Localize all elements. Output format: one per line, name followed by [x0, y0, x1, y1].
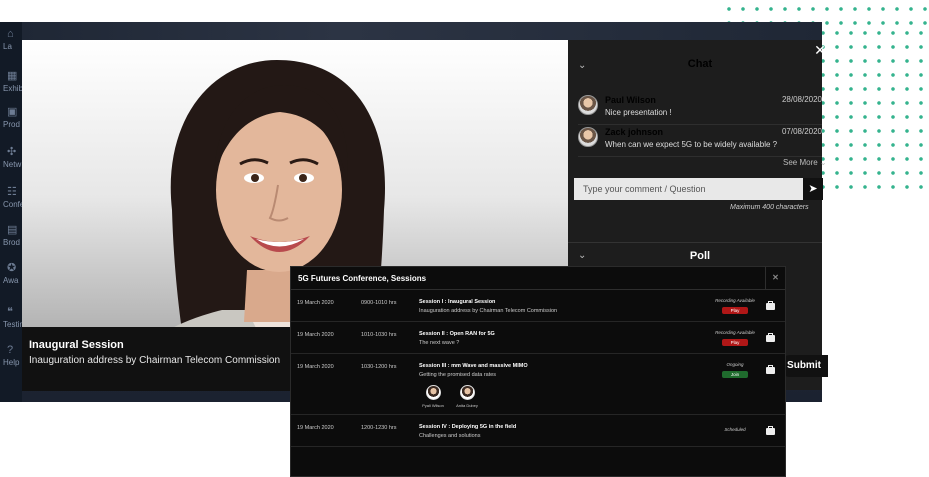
nav-item-label: Awa	[3, 276, 19, 285]
chat-message-author: Zack johnson	[605, 127, 664, 137]
avatar	[578, 127, 598, 147]
video-caption: Inaugural Session Inauguration address b…	[22, 327, 322, 391]
network-icon: ✣	[7, 146, 17, 158]
chevron-down-icon: ⌄	[819, 158, 827, 167]
character-limit-note: Maximum 400 characters	[730, 204, 809, 211]
briefcase-icon[interactable]	[766, 333, 775, 342]
session-description: Getting the promised data rates	[419, 372, 497, 378]
session-status: Ongoing	[726, 362, 744, 367]
session-description: The next wave ?	[419, 340, 460, 346]
sessions-title: 5G Futures Conference, Sessions	[298, 274, 427, 283]
join-button[interactable]: Join	[722, 371, 748, 378]
awards-icon: ✪	[7, 262, 17, 274]
speaker-card[interactable]: Pyali Wilson	[421, 385, 445, 408]
sessions-panel: 5G Futures Conference, Sessions ✕ 19 Mar…	[290, 266, 786, 477]
session-status: Recording Available	[715, 298, 755, 303]
speaker-name: Anita Dubey	[456, 403, 478, 408]
session-status: Recording Available	[715, 330, 755, 335]
session-date: 19 March 2020	[297, 364, 334, 370]
table-row: 19 March 2020 1200-1230 hrs Session IV :…	[291, 415, 785, 447]
briefcase-icon[interactable]	[766, 426, 775, 435]
comment-input[interactable]	[574, 178, 803, 200]
chat-message: Zack johnson When can we expect 5G to be…	[578, 127, 822, 157]
chevron-down-icon[interactable]: ⌄	[578, 250, 590, 262]
avatar	[459, 385, 475, 400]
lobby-icon: ⌂	[7, 28, 14, 40]
close-icon[interactable]: ✕	[765, 267, 785, 289]
session-time: 0900-1010 hrs	[361, 300, 397, 306]
submit-button[interactable]: Submit	[780, 355, 828, 377]
conference-icon: ☷	[7, 186, 17, 198]
speaker-name: Pyali Wilson	[422, 403, 444, 408]
broadcast-icon: ▤	[7, 224, 18, 236]
divider	[568, 242, 822, 243]
see-more-label: See More	[783, 158, 818, 167]
close-icon[interactable]: ✕	[812, 42, 828, 58]
chat-message: Paul Wilson Nice presentation ! 28/08/20…	[578, 95, 822, 125]
chat-message-date: 07/08/2020	[781, 127, 822, 136]
play-button[interactable]: Play	[722, 339, 748, 346]
avatar	[425, 385, 441, 400]
sessions-header: 5G Futures Conference, Sessions ✕	[291, 267, 785, 290]
session-date: 19 March 2020	[297, 425, 334, 431]
nav-item-label: La	[3, 42, 12, 51]
send-icon[interactable]: ➤	[803, 178, 823, 200]
speaker-card[interactable]: Anita Dubey	[455, 385, 479, 408]
testimonials-icon: ❝	[7, 306, 13, 318]
play-button[interactable]: Play	[722, 307, 748, 314]
nav-item-label: Help	[3, 358, 20, 367]
table-row: 19 March 2020 1030-1200 hrs Session III …	[291, 354, 785, 415]
products-icon: ▣	[7, 106, 18, 118]
session-title: Session IV : Deploying 5G in the field	[419, 424, 517, 430]
top-banner-strip	[22, 22, 822, 40]
briefcase-icon[interactable]	[766, 365, 775, 374]
session-status: Scheduled	[724, 427, 746, 432]
nav-item-label: Exhib	[3, 84, 24, 93]
session-time: 1030-1200 hrs	[361, 364, 397, 370]
nav-item-label: Prod	[3, 120, 20, 129]
briefcase-icon[interactable]	[766, 301, 775, 310]
chat-message-date: 28/08/2020	[781, 95, 822, 104]
video-subtitle: Inauguration address by Chairman Telecom…	[29, 355, 281, 366]
session-title: Session I : Inaugural Session	[419, 299, 496, 305]
session-time: 1200-1230 hrs	[361, 425, 397, 431]
chat-message-text: Nice presentation !	[605, 108, 672, 117]
decorative-dots-right	[822, 22, 929, 192]
session-description: Challenges and solutions	[419, 433, 481, 439]
poll-title: Poll	[689, 250, 711, 262]
session-time: 1010-1030 hrs	[361, 332, 397, 338]
chat-message-text: When can we expect 5G to be widely avail…	[605, 140, 778, 149]
table-row: 19 March 2020 0900-1010 hrs Session I : …	[291, 290, 785, 322]
chat-message-author: Paul Wilson	[605, 95, 656, 105]
nav-item-label: Netw	[3, 160, 22, 169]
chevron-down-icon[interactable]: ⌄	[578, 60, 590, 72]
exhibition-icon: ▦	[7, 70, 18, 82]
session-title: Session III : mm Wave and massive MIMO	[419, 363, 528, 369]
nav-item-label: Brod	[3, 238, 20, 247]
video-title: Inaugural Session	[29, 339, 124, 351]
session-date: 19 March 2020	[297, 300, 334, 306]
chat-title: Chat	[687, 58, 713, 70]
help-icon: ?	[7, 344, 14, 356]
session-title: Session II : Open RAN for 5G	[419, 331, 495, 337]
table-row: 19 March 2020 1010-1030 hrs Session II :…	[291, 322, 785, 354]
avatar	[578, 95, 598, 115]
screenshot-stage: ⌂ La ▦ Exhib ▣ Prod ✣ Netw ☷ Confe ▤ Bro…	[0, 0, 929, 477]
see-more-link[interactable]: See More ⌄	[783, 158, 827, 167]
session-description: Inauguration address by Chairman Telecom…	[419, 308, 558, 314]
session-date: 19 March 2020	[297, 332, 334, 338]
